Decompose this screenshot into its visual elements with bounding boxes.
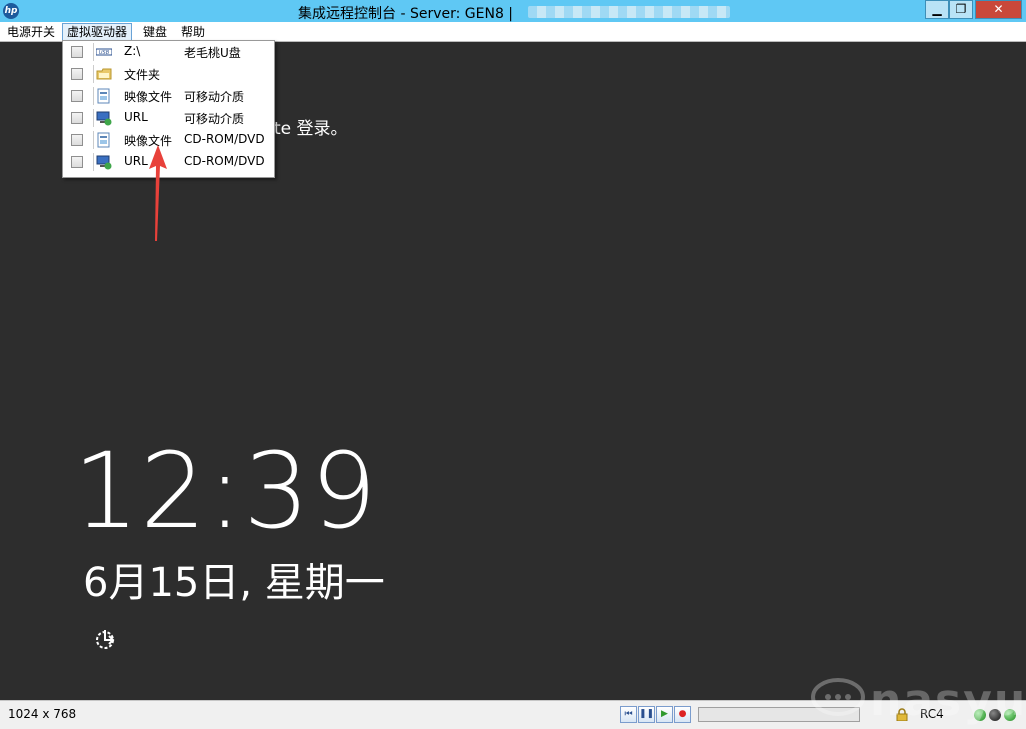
drive-type: CD-ROM/DVD (184, 154, 265, 168)
drive-item-url-cdrom[interactable]: URL CD-ROM/DVD (63, 151, 274, 173)
svg-text:USB: USB (99, 50, 110, 56)
drive-item-image-removable[interactable]: 映像文件 可移动介质 (63, 85, 274, 107)
menu-power[interactable]: 电源开关 (3, 24, 59, 40)
drive-item-usb[interactable]: USB Z:\ 老毛桃U盘 (63, 41, 274, 63)
separator (93, 131, 94, 149)
screen-resolution: 1024 x 768 (8, 707, 77, 721)
image-file-icon (97, 132, 110, 148)
play-button[interactable]: ▶ (656, 706, 673, 723)
menu-help[interactable]: 帮助 (177, 24, 209, 40)
drive-name: 映像文件 (124, 90, 173, 104)
network-url-icon (96, 155, 112, 170)
drive-type: 可移动介质 (184, 90, 245, 104)
title-bar: hp 集成远程控制台 - Server: GEN8 | ▁ ❐ ✕ (0, 0, 1026, 22)
restore-button[interactable]: ❐ (949, 0, 973, 19)
skip-back-button[interactable]: ⏮ (620, 706, 637, 723)
drive-checkbox[interactable] (71, 156, 83, 168)
menu-virtual-drives[interactable]: 虚拟驱动器 (62, 23, 133, 41)
minimize-button[interactable]: ▁ (925, 0, 949, 19)
drive-item-folder[interactable]: 文件夹 (63, 63, 274, 85)
lock-screen-date: 6月15日, 星期一 (83, 560, 385, 606)
record-button[interactable]: ● (674, 706, 691, 723)
lock-icon (896, 708, 908, 721)
redacted-address (528, 6, 730, 18)
pause-button[interactable]: ❚❚ (638, 706, 655, 723)
menu-keyboard[interactable]: 键盘 (139, 24, 171, 40)
drive-name: URL (124, 110, 148, 124)
separator (93, 109, 94, 127)
drive-item-image-cdrom[interactable]: 映像文件 CD-ROM/DVD (63, 129, 274, 151)
power-led-icon (1004, 709, 1016, 721)
drive-type: CD-ROM/DVD (184, 132, 265, 146)
playback-progress-bar[interactable] (698, 707, 860, 722)
close-button[interactable]: ✕ (975, 0, 1022, 19)
drive-name: Z:\ (124, 44, 141, 58)
virtual-drives-menu: USB Z:\ 老毛桃U盘 文件夹 映像文件 可移动介质 URL 可移动介质 映… (62, 40, 275, 178)
ease-of-access-icon[interactable] (93, 626, 119, 652)
green-led-icon (974, 709, 986, 721)
usb-drive-icon: USB (96, 48, 112, 56)
image-file-icon (97, 88, 110, 104)
drive-checkbox[interactable] (71, 46, 83, 58)
window-title: 集成远程控制台 - Server: GEN8 | (298, 6, 514, 22)
drive-type: 老毛桃U盘 (184, 46, 241, 60)
encryption-label: RC4 (920, 707, 944, 721)
drive-name: 文件夹 (124, 68, 161, 82)
network-url-icon (96, 111, 112, 126)
menu-bar: 电源开关 虚拟驱动器 键盘 帮助 (0, 22, 1026, 42)
drive-name: URL (124, 154, 148, 168)
lock-screen-time: 12:39 (73, 430, 378, 552)
separator (93, 43, 94, 61)
drive-checkbox[interactable] (71, 134, 83, 146)
annotation-arrow-icon (149, 145, 167, 241)
drive-checkbox[interactable] (71, 90, 83, 102)
hp-logo-icon: hp (3, 3, 19, 19)
separator (93, 65, 94, 83)
drive-checkbox[interactable] (71, 68, 83, 80)
login-hint-text: te 登录。 (274, 119, 348, 139)
dark-led-icon (989, 709, 1001, 721)
drive-checkbox[interactable] (71, 112, 83, 124)
drive-type: 可移动介质 (184, 112, 245, 126)
separator (93, 87, 94, 105)
status-bar: 1024 x 768 ⏮ ❚❚ ▶ ● RC4 (0, 700, 1026, 729)
drive-item-url-removable[interactable]: URL 可移动介质 (63, 107, 274, 129)
separator (93, 153, 94, 171)
folder-icon (96, 68, 112, 80)
